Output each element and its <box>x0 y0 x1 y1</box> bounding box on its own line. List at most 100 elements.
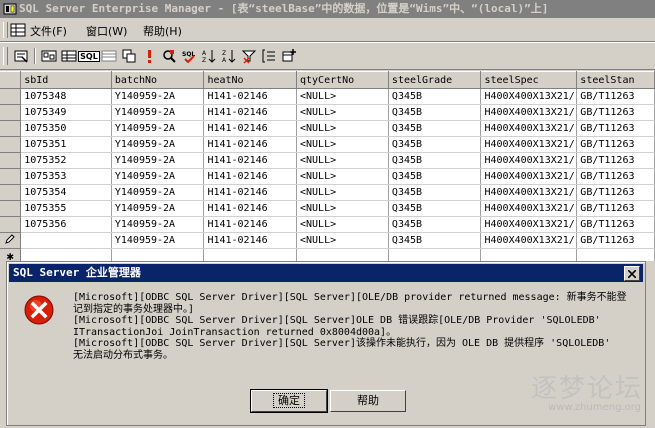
column-header-heatno[interactable]: heatNo <box>203 71 297 89</box>
table-cell[interactable]: H400X400X13X21/ <box>480 216 578 233</box>
table-cell[interactable]: GB/T11263 <box>576 104 655 121</box>
table-cell[interactable]: <NULL> <box>296 168 389 185</box>
table-cell[interactable]: H400X400X13X21/ <box>480 184 578 201</box>
verify-sql-button[interactable] <box>160 47 178 65</box>
table-cell[interactable]: GB/T11263 <box>576 88 655 105</box>
table-cell[interactable]: 1075349 <box>20 104 112 121</box>
show-diagram-pane-button[interactable] <box>40 47 58 65</box>
table-cell[interactable]: H141-02146 <box>203 232 297 249</box>
help-button[interactable]: 帮助 <box>330 390 406 412</box>
table-cell[interactable]: H141-02146 <box>203 136 297 153</box>
table-cell[interactable] <box>576 248 655 261</box>
window-title-bar[interactable]: SQL Server Enterprise Manager - [表“steel… <box>0 0 655 18</box>
results-grid[interactable]: sbId batchNo heatNo qtyCertNo steelGrade… <box>0 71 655 261</box>
table-cell[interactable]: GB/T11263 <box>576 216 655 233</box>
row-selector[interactable] <box>0 232 22 249</box>
table-cell[interactable]: H400X400X13X21/ <box>480 136 578 153</box>
table-cell[interactable]: Y140959-2A <box>111 120 205 137</box>
table-row[interactable]: 1075348 Y140959-2A H141-02146 <NULL> Q345B H4… <box>0 88 655 105</box>
table-cell[interactable]: 1075350 <box>20 120 112 137</box>
table-cell[interactable]: GB/T11263 <box>576 168 655 185</box>
table-cell[interactable]: Q345B <box>388 104 482 121</box>
table-row[interactable]: 1075356 Y140959-2A H141-02146 <NULL> Q345B H4… <box>0 216 655 233</box>
table-cell[interactable]: 1075355 <box>20 200 112 217</box>
table-row[interactable]: 1075353 Y140959-2A H141-02146 <NULL> Q345B H4… <box>0 168 655 185</box>
toolbar-grip[interactable] <box>3 47 8 65</box>
table-cell[interactable]: H141-02146 <box>203 88 297 105</box>
table-cell[interactable]: H400X400X13X21/ <box>480 88 578 105</box>
show-sql-pane-button[interactable]: SQL <box>78 47 100 65</box>
table-cell[interactable]: H400X400X13X21/ <box>480 120 578 137</box>
table-cell[interactable]: GB/T11263 <box>576 200 655 217</box>
table-cell[interactable]: Y140959-2A <box>111 200 205 217</box>
table-cell[interactable]: H400X400X13X21/ <box>480 168 578 185</box>
table-cell[interactable]: H400X400X13X21/ <box>480 200 578 217</box>
table-cell[interactable]: H141-02146 <box>203 184 297 201</box>
table-row[interactable]: 1075349 Y140959-2A H141-02146 <NULL> Q345B H4… <box>0 104 655 121</box>
table-cell[interactable]: Q345B <box>388 88 482 105</box>
row-selector[interactable] <box>0 184 22 201</box>
table-row[interactable]: 1075350 Y140959-2A H141-02146 <NULL> Q345B H4… <box>0 120 655 137</box>
row-selector[interactable] <box>0 168 22 185</box>
table-row[interactable]: 1075354 Y140959-2A H141-02146 <NULL> Q345B H4… <box>0 184 655 201</box>
table-cell[interactable]: GB/T11263 <box>576 232 655 249</box>
sort-descending-button[interactable]: ZA <box>220 47 238 65</box>
table-cell[interactable]: Q345B <box>388 136 482 153</box>
menu-grip[interactable] <box>3 22 8 38</box>
table-cell[interactable]: <NULL> <box>296 184 389 201</box>
menu-file[interactable]: 文件(F) <box>30 23 67 39</box>
table-cell[interactable]: H141-02146 <box>203 104 297 121</box>
table-cell[interactable]: Y140959-2A <box>111 184 205 201</box>
table-cell[interactable] <box>296 248 389 261</box>
table-cell[interactable]: <NULL> <box>296 232 389 249</box>
table-cell[interactable]: <NULL> <box>296 88 389 105</box>
sort-ascending-button[interactable]: AZ <box>200 47 218 65</box>
table-cell[interactable]: 1075352 <box>20 152 112 169</box>
ok-button[interactable]: 确定 <box>250 389 328 413</box>
close-button[interactable] <box>624 266 640 281</box>
table-row[interactable]: 1075352 Y140959-2A H141-02146 <NULL> Q345B H4… <box>0 152 655 169</box>
table-cell[interactable]: GB/T11263 <box>576 120 655 137</box>
table-cell[interactable] <box>20 248 112 261</box>
table-cell[interactable]: H141-02146 <box>203 120 297 137</box>
row-selector[interactable] <box>0 152 22 169</box>
show-grid-pane-button[interactable] <box>60 47 78 65</box>
table-cell[interactable]: H141-02146 <box>203 216 297 233</box>
table-cell[interactable]: H400X400X13X21/ <box>480 152 578 169</box>
table-cell[interactable]: Y140959-2A <box>111 104 205 121</box>
table-cell[interactable]: <NULL> <box>296 120 389 137</box>
table-cell[interactable]: <NULL> <box>296 200 389 217</box>
table-cell[interactable]: H400X400X13X21/ <box>480 232 578 249</box>
table-cell[interactable]: 1075354 <box>20 184 112 201</box>
table-cell[interactable]: 1075348 <box>20 88 112 105</box>
table-cell[interactable] <box>20 232 112 249</box>
menu-help[interactable]: 帮助(H) <box>143 23 182 39</box>
table-cell[interactable]: Y140959-2A <box>111 152 205 169</box>
table-cell[interactable]: Q345B <box>388 120 482 137</box>
column-header-sbid[interactable]: sbId <box>20 71 112 89</box>
table-cell[interactable]: 1075351 <box>20 136 112 153</box>
table-row[interactable]: Y140959-2A H141-02146 <NULL> Q345B H400X400X… <box>0 232 655 249</box>
row-selector[interactable] <box>0 216 22 233</box>
table-cell[interactable]: Q345B <box>388 152 482 169</box>
row-selector[interactable] <box>0 104 22 121</box>
table-cell[interactable]: H400X400X13X21/ <box>480 104 578 121</box>
remove-filter-button[interactable] <box>240 47 258 65</box>
table-cell[interactable]: GB/T11263 <box>576 152 655 169</box>
table-cell[interactable]: Q345B <box>388 232 482 249</box>
table-cell[interactable] <box>203 248 297 261</box>
table-cell[interactable]: GB/T11263 <box>576 184 655 201</box>
add-table-button[interactable] <box>280 47 298 65</box>
row-selector[interactable] <box>0 200 22 217</box>
group-by-button[interactable] <box>260 47 278 65</box>
row-selector[interactable] <box>0 120 22 137</box>
table-cell[interactable]: Y140959-2A <box>111 88 205 105</box>
properties-button[interactable] <box>12 47 30 65</box>
table-cell[interactable] <box>111 248 205 261</box>
column-header-steelspec[interactable]: steelSpec <box>480 71 578 89</box>
column-header-steelstan[interactable]: steelStan <box>576 71 655 89</box>
table-cell[interactable]: Y140959-2A <box>111 216 205 233</box>
table-cell[interactable]: Y140959-2A <box>111 232 205 249</box>
table-cell[interactable]: 1075353 <box>20 168 112 185</box>
menu-window[interactable]: 窗口(W) <box>86 23 127 39</box>
